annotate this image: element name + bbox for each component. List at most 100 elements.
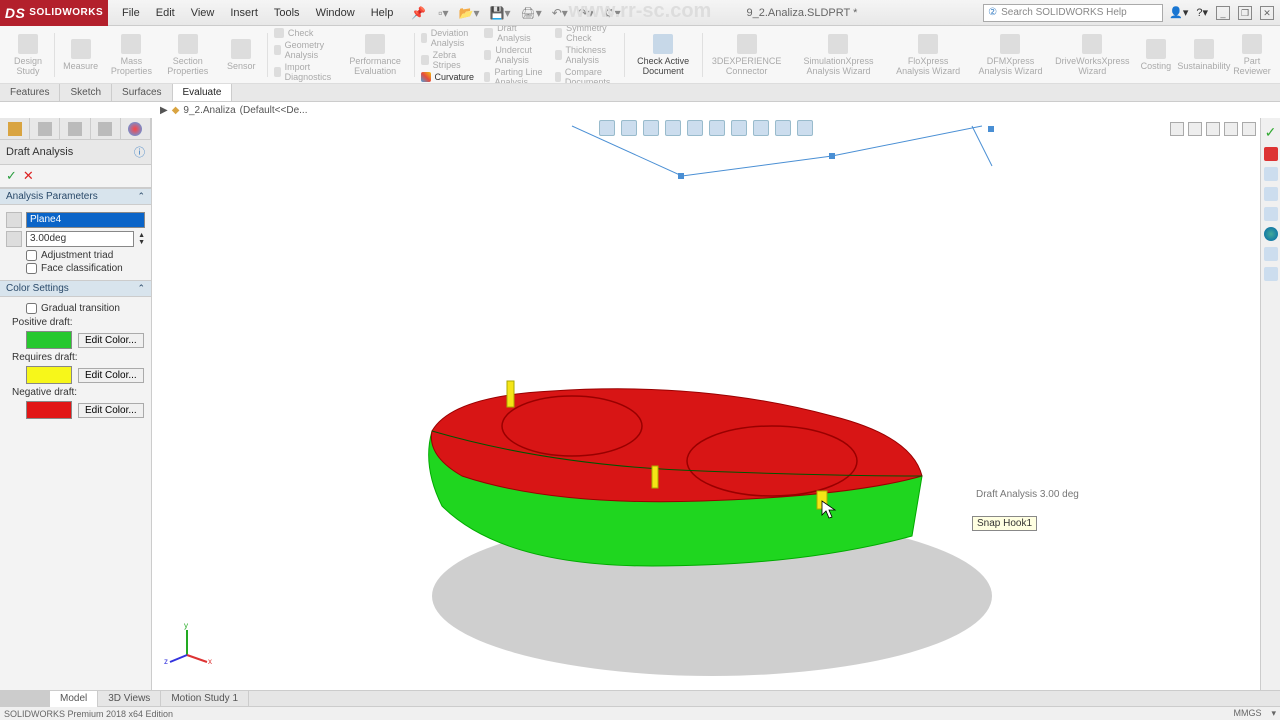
status-dropdown-icon[interactable]: ▾ bbox=[1271, 708, 1276, 719]
adjustment-triad-checkbox[interactable]: Adjustment triad bbox=[26, 250, 145, 261]
search-help-box[interactable]: ② Search SOLIDWORKS Help bbox=[983, 4, 1163, 22]
ribbon-section-props[interactable]: Section Properties bbox=[158, 32, 217, 78]
graphics-viewport[interactable]: Draft Analysis 3.00 deg Snap Hook1 y x z bbox=[152, 118, 1260, 690]
ribbon-3dexp[interactable]: 3DEXPERIENCE Connector bbox=[704, 32, 789, 78]
ribbon-sensor[interactable]: Sensor bbox=[217, 37, 265, 73]
user-icon[interactable]: 👤▾ bbox=[1169, 6, 1188, 19]
ribbon-check[interactable]: Check bbox=[274, 28, 335, 38]
ribbon-draft-analysis[interactable]: Draft Analysis bbox=[484, 26, 546, 43]
angle-icon[interactable] bbox=[6, 231, 22, 247]
ribbon-design-study[interactable]: Design Study bbox=[4, 32, 52, 78]
ribbon-curvature[interactable]: Curvature bbox=[421, 72, 477, 82]
panel-tab-feature-tree[interactable] bbox=[0, 118, 30, 139]
requires-color-swatch[interactable] bbox=[26, 366, 72, 384]
ribbon-perf-eval[interactable]: Performance Evaluation bbox=[338, 32, 411, 78]
taskpane-library-icon[interactable] bbox=[1264, 207, 1278, 221]
menu-view[interactable]: View bbox=[183, 0, 223, 26]
qat-redo-icon[interactable]: ↷▾ bbox=[578, 6, 594, 20]
ribbon: Design Study Measure Mass Properties Sec… bbox=[0, 26, 1280, 84]
face-classification-checkbox[interactable]: Face classification bbox=[26, 263, 145, 274]
panel-tab-5[interactable] bbox=[121, 118, 151, 139]
qat-new-icon[interactable]: ▫▾ bbox=[438, 6, 448, 20]
ribbon-mass-props[interactable]: Mass Properties bbox=[105, 32, 159, 78]
restore-button[interactable]: ❐ bbox=[1238, 6, 1252, 20]
menu-help[interactable]: Help bbox=[363, 0, 402, 26]
qat-undo-icon[interactable]: ↶▾ bbox=[552, 6, 568, 20]
pin-icon[interactable]: 📌 bbox=[411, 6, 426, 20]
taskpane-forum-icon[interactable] bbox=[1264, 267, 1278, 281]
ribbon-deviation[interactable]: Deviation Analysis bbox=[421, 28, 477, 48]
section-analysis-params[interactable]: Analysis Parameters⌃ bbox=[0, 188, 151, 205]
positive-edit-color-button[interactable]: Edit Color... bbox=[78, 333, 144, 348]
tab-motion-study[interactable]: Motion Study 1 bbox=[161, 691, 249, 707]
ribbon-simxpress[interactable]: SimulationXpress Analysis Wizard bbox=[789, 32, 888, 78]
ribbon-costing[interactable]: Costing bbox=[1132, 37, 1180, 73]
taskpane-resources-icon[interactable] bbox=[1264, 187, 1278, 201]
ribbon-analysis-col2: Draft Analysis Undercut Analysis Parting… bbox=[480, 26, 550, 84]
ribbon-driveworks[interactable]: DriveWorksXpress Wizard bbox=[1053, 32, 1132, 78]
minimize-button[interactable]: _ bbox=[1216, 6, 1230, 20]
negative-edit-color-button[interactable]: Edit Color... bbox=[78, 403, 144, 418]
panel-help-icon[interactable]: ⓘ bbox=[134, 144, 145, 160]
angle-field[interactable]: 3.00deg bbox=[26, 231, 134, 247]
status-units[interactable]: MMGS bbox=[1233, 708, 1261, 719]
panel-tab-4[interactable] bbox=[91, 118, 121, 139]
ribbon-compare-docs[interactable]: Compare Documents bbox=[555, 67, 618, 85]
plane-field[interactable]: Plane4 bbox=[26, 212, 145, 228]
taskpane-props-icon[interactable] bbox=[1264, 247, 1278, 261]
ribbon-parting-line[interactable]: Parting Line Analysis bbox=[484, 67, 546, 85]
ribbon-dfmxpress[interactable]: DFMXpress Analysis Wizard bbox=[968, 32, 1053, 78]
requires-edit-color-button[interactable]: Edit Color... bbox=[78, 368, 144, 383]
panel-tab-property[interactable] bbox=[60, 118, 90, 139]
ribbon-sustainability[interactable]: Sustainability bbox=[1180, 37, 1228, 73]
tab-surfaces[interactable]: Surfaces bbox=[112, 84, 172, 101]
close-button[interactable]: ✕ bbox=[1260, 6, 1274, 20]
direction-icon[interactable] bbox=[6, 212, 22, 228]
qat-save-icon[interactable]: 💾▾ bbox=[490, 6, 511, 20]
tab-model[interactable]: Model bbox=[50, 691, 98, 707]
help-icon[interactable]: ?▾ bbox=[1196, 6, 1208, 19]
positive-color-swatch[interactable] bbox=[26, 331, 72, 349]
ribbon-zebra[interactable]: Zebra Stripes bbox=[421, 50, 477, 70]
tab-3dviews[interactable]: 3D Views bbox=[98, 691, 161, 707]
breadcrumb-arrow-icon[interactable]: ▶ bbox=[160, 105, 168, 116]
menu-insert[interactable]: Insert bbox=[222, 0, 266, 26]
ok-button[interactable]: ✓ bbox=[6, 168, 17, 184]
taskpane-ok-icon[interactable]: ✓ bbox=[1265, 124, 1277, 141]
ribbon-undercut[interactable]: Undercut Analysis bbox=[484, 45, 546, 65]
angle-down-icon[interactable]: ▼ bbox=[138, 239, 145, 246]
qat-settings-icon[interactable]: ⚙▾ bbox=[604, 6, 621, 20]
tab-sketch[interactable]: Sketch bbox=[60, 84, 112, 101]
qat-open-icon[interactable]: 📂▾ bbox=[459, 6, 480, 20]
main-menu: File Edit View Insert Tools Window Help bbox=[114, 0, 401, 26]
tab-features[interactable]: Features bbox=[0, 84, 60, 101]
menu-edit[interactable]: Edit bbox=[148, 0, 183, 26]
ribbon-import-diag[interactable]: Import Diagnostics bbox=[274, 62, 335, 82]
panel-tab-config[interactable] bbox=[30, 118, 60, 139]
ribbon-floxpress[interactable]: FloXpress Analysis Wizard bbox=[888, 32, 968, 78]
taskpane-appearance-icon[interactable] bbox=[1264, 227, 1278, 241]
angle-up-icon[interactable]: ▲ bbox=[138, 232, 145, 239]
cancel-button[interactable]: ✕ bbox=[23, 168, 34, 184]
menu-window[interactable]: Window bbox=[308, 0, 363, 26]
section-params-body: Plane4 3.00deg ▲ ▼ Adjustment triad Face… bbox=[0, 205, 151, 280]
taskpane-home-icon[interactable] bbox=[1264, 167, 1278, 181]
tab-evaluate[interactable]: Evaluate bbox=[173, 84, 233, 101]
ribbon-thickness[interactable]: Thickness Analysis bbox=[555, 45, 618, 65]
qat-print-icon[interactable]: 🖨▾ bbox=[520, 6, 541, 20]
btab-nav[interactable] bbox=[0, 691, 50, 707]
view-triad[interactable]: y x z bbox=[162, 620, 212, 670]
breadcrumb-part[interactable]: 9_2.Analiza bbox=[183, 105, 235, 116]
gradual-transition-checkbox[interactable]: Gradual transition bbox=[26, 303, 145, 314]
ribbon-part-reviewer[interactable]: Part Reviewer bbox=[1228, 32, 1276, 78]
section-color-settings[interactable]: Color Settings⌃ bbox=[0, 280, 151, 297]
ribbon-check-active-doc[interactable]: Check Active Document bbox=[627, 32, 700, 78]
taskpane-close-icon[interactable] bbox=[1264, 147, 1278, 161]
ribbon-geom-analysis[interactable]: Geometry Analysis bbox=[274, 40, 335, 60]
menu-tools[interactable]: Tools bbox=[266, 0, 308, 26]
menu-file[interactable]: File bbox=[114, 0, 148, 26]
ribbon-measure[interactable]: Measure bbox=[57, 37, 105, 73]
negative-color-swatch[interactable] bbox=[26, 401, 72, 419]
ribbon-symmetry[interactable]: Symmetry Check bbox=[555, 26, 618, 43]
quick-access-toolbar: ▫▾ 📂▾ 💾▾ 🖨▾ ↶▾ ↷▾ ⚙▾ bbox=[438, 6, 620, 20]
